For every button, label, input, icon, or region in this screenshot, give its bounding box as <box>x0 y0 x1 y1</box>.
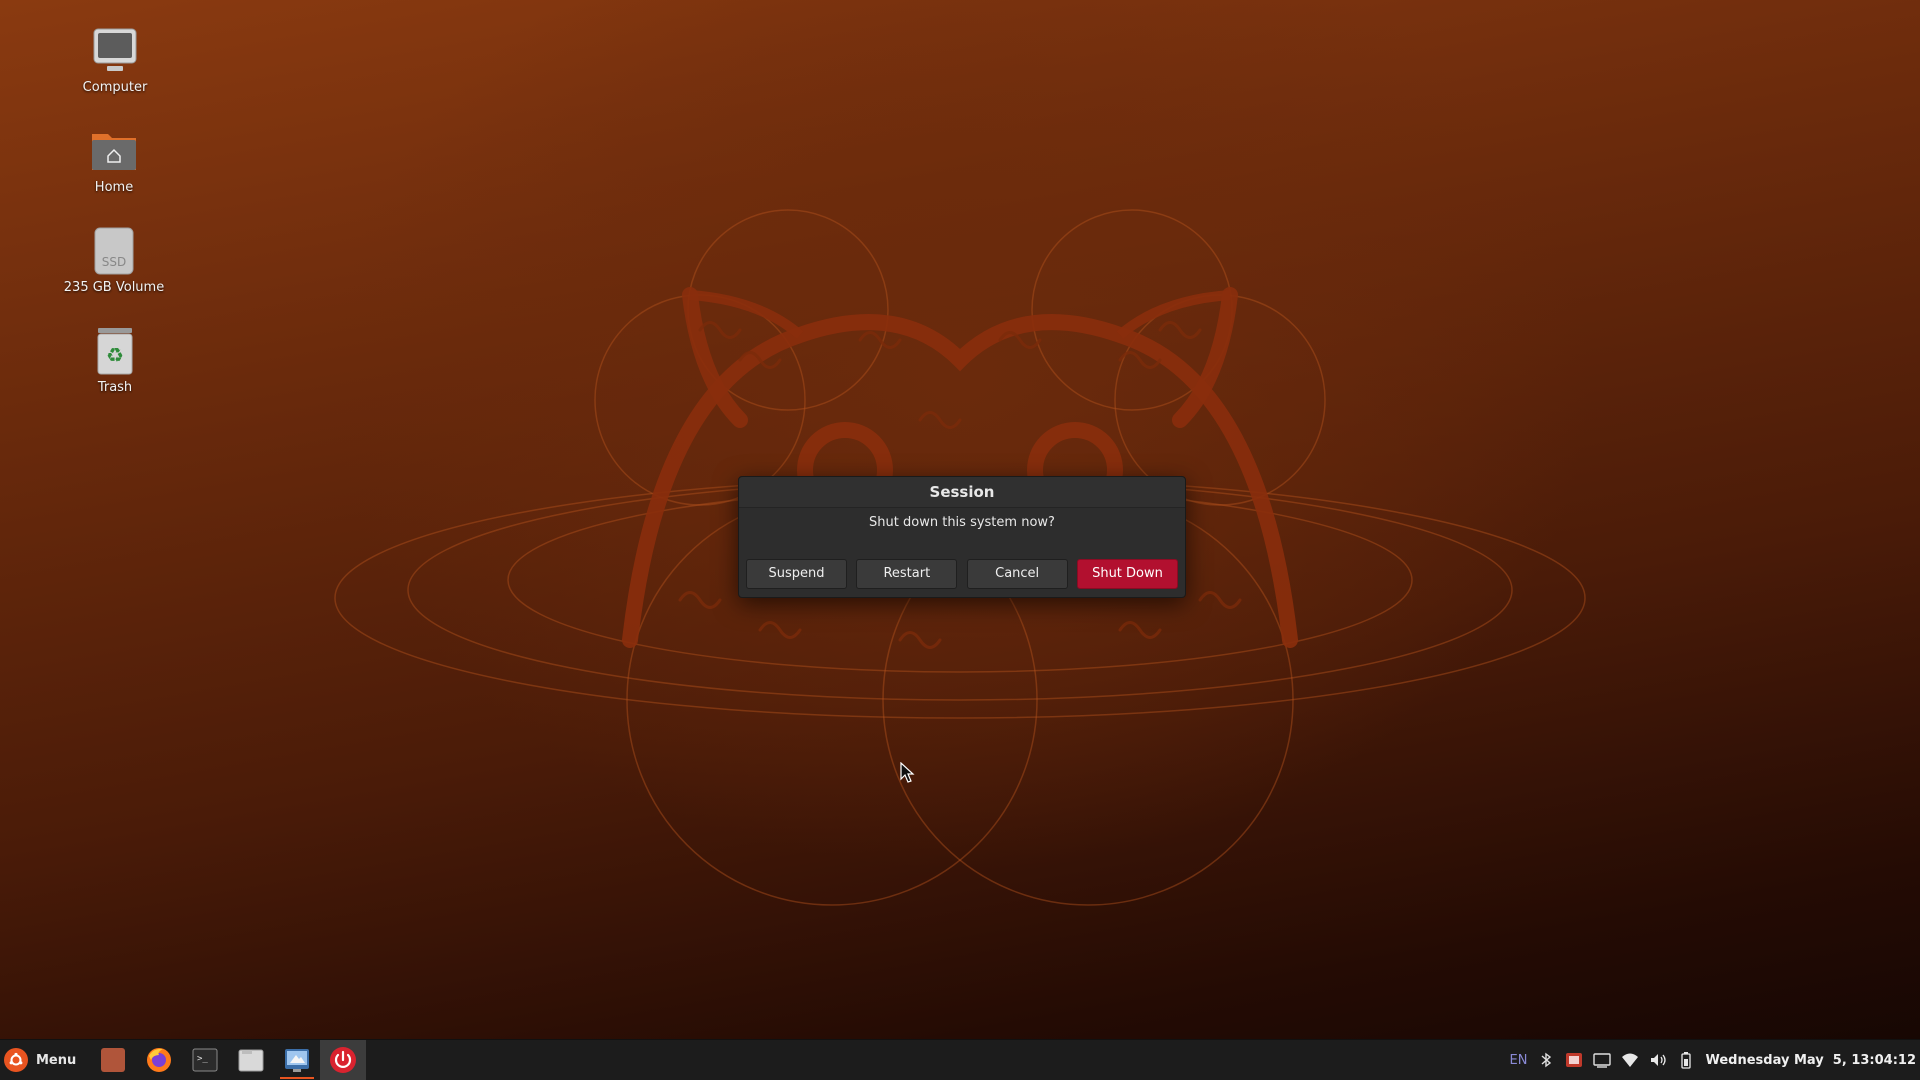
desktop-icon-computer[interactable]: Computer <box>55 26 175 95</box>
desktop-icon-label: Trash <box>97 380 133 395</box>
desktop-icon-trash[interactable]: ♻ Trash <box>55 326 175 395</box>
power-launcher[interactable] <box>320 1040 366 1080</box>
svg-text:♻: ♻ <box>106 343 124 367</box>
home-folder-icon <box>89 126 139 176</box>
session-dialog: Session Shut down this system now? Suspe… <box>738 476 1186 598</box>
terminal-launcher[interactable]: >_ <box>182 1040 228 1080</box>
firefox-launcher[interactable] <box>136 1040 182 1080</box>
shut-down-button[interactable]: Shut Down <box>1076 559 1178 589</box>
dialog-title: Session <box>739 477 1185 508</box>
desktop-icon-label: 235 GB Volume <box>63 280 165 295</box>
mouse-cursor-icon <box>900 762 915 783</box>
ssd-drive-icon: SSD <box>89 226 139 276</box>
bluetooth-icon[interactable] <box>1537 1051 1555 1069</box>
launcher-bar: >_ <box>90 1040 366 1080</box>
desktop-show-icon <box>101 1048 125 1072</box>
desktop-icon-volume[interactable]: SSD 235 GB Volume <box>54 226 174 295</box>
desktop-icon-home[interactable]: Home <box>54 126 174 195</box>
restart-button[interactable]: Restart <box>856 559 958 589</box>
trash-icon: ♻ <box>90 326 140 376</box>
ubuntu-logo-icon <box>4 1048 28 1072</box>
menu-button[interactable]: Menu <box>4 1046 76 1074</box>
display-icon[interactable] <box>1593 1051 1612 1069</box>
dialog-buttons: Suspend Restart Cancel Shut Down <box>746 559 1178 589</box>
files-icon <box>238 1049 264 1072</box>
cancel-button[interactable]: Cancel <box>966 559 1068 589</box>
update-icon[interactable] <box>1565 1051 1583 1069</box>
system-tray: EN Wednesday May 5, 13:04:12 <box>1510 1040 1916 1080</box>
svg-text:>_: >_ <box>197 1054 208 1064</box>
computer-icon <box>90 26 140 76</box>
desktop-icon-label: Home <box>94 180 134 195</box>
clock[interactable]: Wednesday May 5, 13:04:12 <box>1705 1053 1916 1068</box>
desktop-icon-label: Computer <box>82 80 148 95</box>
firefox-icon <box>147 1048 171 1072</box>
volume-icon[interactable] <box>1649 1051 1667 1069</box>
suspend-button[interactable]: Suspend <box>746 559 847 589</box>
taskbar: Menu >_ EN Wednesday May 5, 13:04:12 <box>0 1039 1920 1080</box>
system-tool-icon <box>285 1049 309 1072</box>
battery-icon[interactable] <box>1677 1051 1695 1069</box>
menu-label: Menu <box>36 1052 77 1068</box>
keyboard-language-indicator[interactable]: EN <box>1510 1053 1528 1068</box>
dialog-message: Shut down this system now? <box>869 515 1055 530</box>
system-tool-launcher[interactable] <box>274 1040 320 1080</box>
power-icon <box>330 1047 356 1073</box>
show-desktop-launcher[interactable] <box>90 1040 136 1080</box>
ssd-badge: SSD <box>101 255 127 269</box>
wifi-icon[interactable] <box>1621 1051 1639 1069</box>
terminal-icon: >_ <box>192 1048 218 1072</box>
files-launcher[interactable] <box>228 1040 274 1080</box>
